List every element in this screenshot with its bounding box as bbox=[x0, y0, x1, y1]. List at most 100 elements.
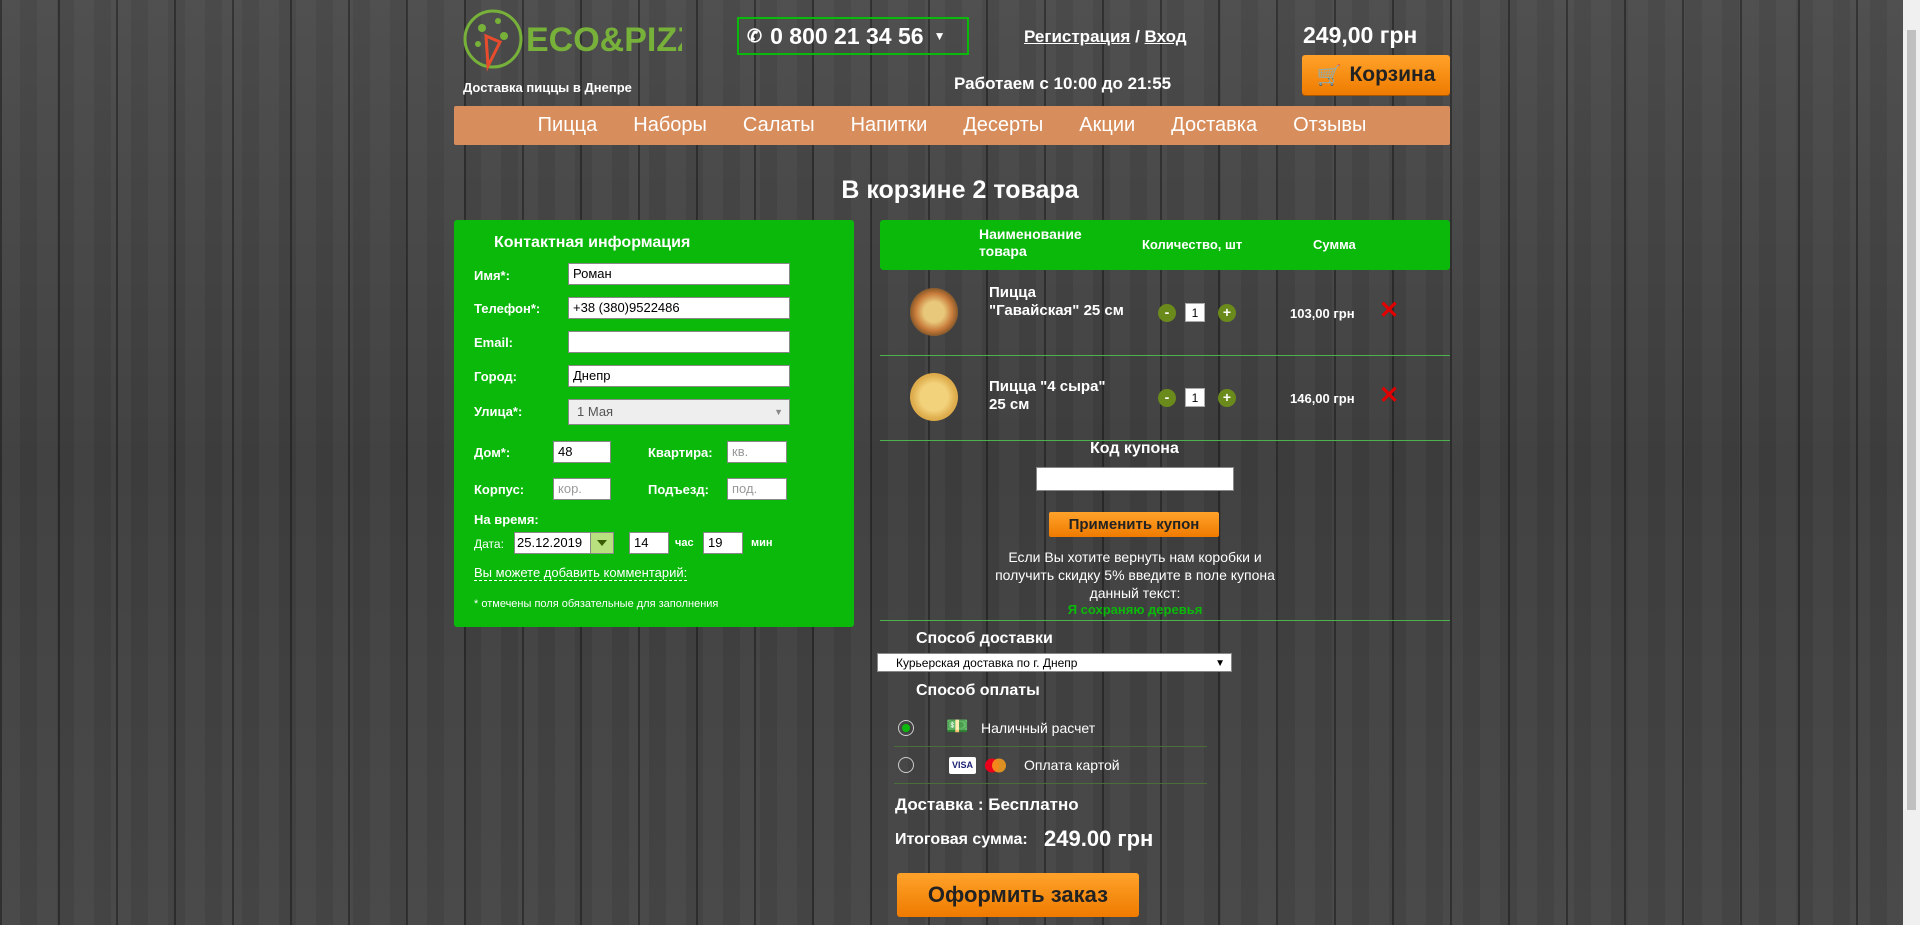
coupon-title: Код купона bbox=[1090, 440, 1179, 457]
name-field[interactable]: Роман bbox=[568, 263, 790, 285]
email-label: Email: bbox=[474, 335, 514, 350]
phone-label: Телефон*: bbox=[474, 301, 541, 316]
time-label: На время: bbox=[474, 512, 539, 527]
cash-icon: 💵 bbox=[946, 716, 969, 736]
item-name: Пицца "Гавайская" 25 см bbox=[989, 284, 1124, 319]
name-label: Имя*: bbox=[474, 268, 510, 283]
payment-cash-label: Наличный расчет bbox=[981, 720, 1096, 736]
city-field[interactable]: Днепр bbox=[568, 365, 790, 387]
minute-label: мин bbox=[751, 537, 773, 549]
mastercard-icon bbox=[982, 757, 1009, 774]
cart-button[interactable]: 🛒 Корзина bbox=[1302, 55, 1450, 95]
date-label: Дата: bbox=[474, 537, 504, 551]
phone-icon: ✆ bbox=[747, 25, 763, 46]
chevron-down-icon: ▼ bbox=[933, 29, 946, 43]
increase-qty-button[interactable]: + bbox=[1218, 304, 1236, 322]
page-title: В корзине 2 товара bbox=[841, 176, 1079, 204]
cart-table-header: Наименование товара Количество, шт Сумма bbox=[880, 220, 1450, 270]
chevron-down-icon: ▼ bbox=[774, 407, 783, 417]
scrollbar[interactable] bbox=[1903, 0, 1920, 925]
house-label: Дом*: bbox=[474, 445, 511, 460]
block-field[interactable]: кор. bbox=[553, 478, 611, 500]
required-note: * отмечены поля обязательные для заполне… bbox=[474, 598, 719, 610]
payment-title: Способ оплаты bbox=[916, 682, 1040, 699]
phone-field[interactable]: +38 (380)9522486 bbox=[568, 297, 790, 319]
phone-dropdown[interactable]: ✆ 0 800 21 34 56 ▼ bbox=[737, 17, 969, 55]
payment-card-label: Оплата картой bbox=[1024, 757, 1120, 773]
decrease-qty-button[interactable]: - bbox=[1158, 389, 1176, 407]
scrollbar-thumb[interactable] bbox=[1907, 30, 1916, 810]
decrease-qty-button[interactable]: - bbox=[1158, 304, 1176, 322]
flat-field[interactable]: кв. bbox=[727, 441, 787, 463]
cart-total: 249,00 грн bbox=[1303, 22, 1418, 48]
pizza-image bbox=[910, 373, 958, 421]
calendar-dropdown-icon[interactable] bbox=[590, 533, 613, 553]
street-select[interactable]: 1 Мая ▼ bbox=[568, 399, 790, 425]
col-name-header: Наименование товара bbox=[979, 226, 1082, 259]
cart-row: Пицца "Гавайская" 25 см - 1 + 103,00 грн… bbox=[880, 271, 1450, 356]
remove-item-icon[interactable]: ✕ bbox=[1379, 299, 1399, 323]
pizza-image bbox=[910, 288, 958, 336]
flat-label: Квартира: bbox=[648, 445, 713, 460]
coupon-hint: Если Вы хотите вернуть нам коробки и пол… bbox=[995, 549, 1275, 601]
tagline: Доставка пиццы в Днепре bbox=[463, 80, 632, 95]
item-sum: 146,00 грн bbox=[1290, 391, 1355, 406]
divider bbox=[894, 746, 1207, 747]
house-field[interactable]: 48 bbox=[553, 441, 611, 463]
auth-links: Регистрация / Вход bbox=[1024, 27, 1187, 47]
nav-item-delivery[interactable]: Доставка bbox=[1171, 114, 1257, 137]
street-label: Улица*: bbox=[474, 404, 523, 419]
minute-field[interactable]: 19 bbox=[703, 532, 743, 554]
qty-field[interactable]: 1 bbox=[1185, 303, 1205, 322]
cart-icon: 🛒 bbox=[1316, 64, 1342, 87]
logo[interactable]: ECO&PIZZA bbox=[460, 6, 722, 78]
hour-field[interactable]: 14 bbox=[629, 532, 669, 554]
contact-title: Контактная информация bbox=[494, 234, 691, 251]
city-label: Город: bbox=[474, 369, 517, 384]
total-label: Итоговая сумма: bbox=[895, 831, 1028, 848]
date-value: 25.12.2019 bbox=[517, 535, 583, 550]
cart-row: Пицца "4 сыра" 25 см - 1 + 146,00 грн ✕ bbox=[880, 356, 1450, 441]
main-nav: Пицца Наборы Салаты Напитки Десерты Акци… bbox=[454, 106, 1450, 145]
delivery-selected: Курьерская доставка по г. Днепр bbox=[896, 656, 1078, 670]
email-field[interactable] bbox=[568, 331, 790, 353]
nav-item-promotions[interactable]: Акции bbox=[1079, 114, 1135, 137]
total-value: 249.00 грн bbox=[1044, 826, 1154, 851]
nav-item-drinks[interactable]: Напитки bbox=[851, 114, 928, 137]
divider bbox=[894, 783, 1207, 784]
col-sum-header: Сумма bbox=[1313, 237, 1356, 252]
delivery-cost: Доставка : Бесплатно bbox=[895, 795, 1079, 814]
increase-qty-button[interactable]: + bbox=[1218, 389, 1236, 407]
working-hours: Работаем с 10:00 до 21:55 bbox=[954, 74, 1172, 93]
place-order-button[interactable]: Оформить заказ bbox=[897, 873, 1139, 917]
payment-cash-radio[interactable] bbox=[898, 720, 914, 736]
nav-item-pizza[interactable]: Пицца bbox=[538, 114, 598, 137]
street-value: 1 Мая bbox=[577, 404, 614, 419]
qty-field[interactable]: 1 bbox=[1185, 388, 1205, 407]
nav-item-reviews[interactable]: Отзывы bbox=[1293, 114, 1366, 137]
hour-label: час bbox=[675, 537, 694, 549]
coupon-code-text: Я сохраняю деревья bbox=[1067, 602, 1203, 617]
chevron-down-icon: ▼ bbox=[1215, 658, 1225, 669]
apply-coupon-button[interactable]: Применить купон bbox=[1049, 512, 1219, 537]
contact-panel: Контактная информация Имя*: Роман Телефо… bbox=[454, 220, 854, 627]
item-name: Пицца "4 сыра" 25 см bbox=[989, 378, 1106, 413]
coupon-input[interactable] bbox=[1036, 467, 1234, 491]
visa-icon: VISA bbox=[949, 757, 976, 774]
register-link[interactable]: Регистрация bbox=[1024, 27, 1130, 46]
nav-item-salads[interactable]: Салаты bbox=[743, 114, 815, 137]
entrance-field[interactable]: под. bbox=[727, 478, 787, 500]
nav-item-sets[interactable]: Наборы bbox=[633, 114, 707, 137]
nav-item-desserts[interactable]: Десерты bbox=[963, 114, 1043, 137]
cart-button-label: Корзина bbox=[1349, 63, 1436, 86]
add-comment-link[interactable]: Вы можете добавить комментарий: bbox=[474, 565, 688, 581]
logo-text-eco: ECO&PIZZA bbox=[526, 21, 682, 59]
block-label: Корпус: bbox=[474, 482, 525, 497]
remove-item-icon[interactable]: ✕ bbox=[1379, 384, 1399, 408]
entrance-label: Подъезд: bbox=[648, 482, 709, 497]
date-field[interactable]: 25.12.2019 bbox=[514, 532, 614, 554]
auth-separator: / bbox=[1135, 27, 1140, 46]
delivery-select[interactable]: Курьерская доставка по г. Днепр ▼ bbox=[877, 653, 1232, 672]
payment-card-radio[interactable] bbox=[898, 757, 914, 773]
login-link[interactable]: Вход bbox=[1145, 27, 1187, 46]
